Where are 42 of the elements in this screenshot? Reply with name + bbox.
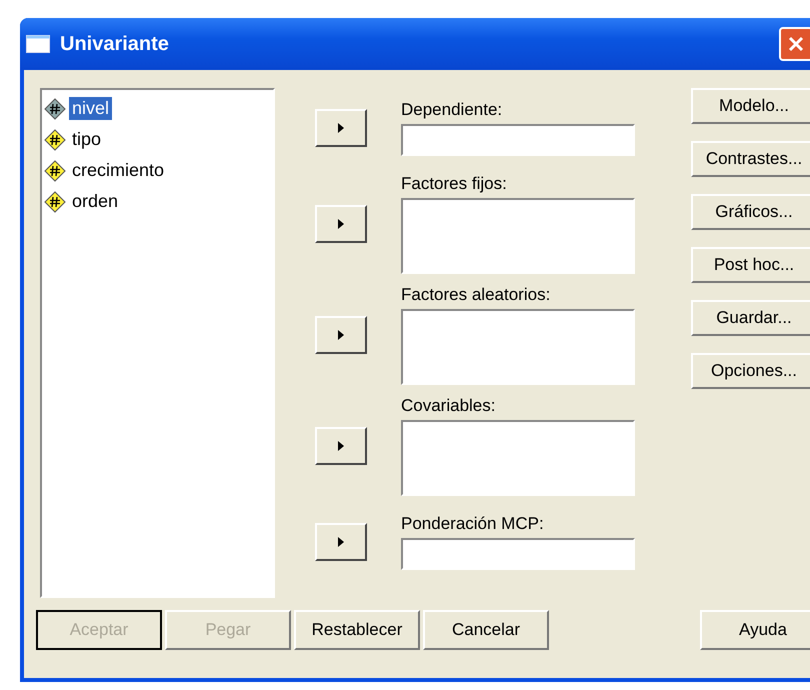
target-field[interactable] <box>401 198 635 274</box>
arrow-right-icon <box>337 218 345 230</box>
dialog-button[interactable]: Restablecer <box>294 610 420 650</box>
variable-item[interactable]: nivel <box>69 97 112 120</box>
field-label: Covariables: <box>401 396 496 416</box>
target-field[interactable] <box>401 538 635 570</box>
variable-item[interactable]: orden <box>69 190 122 213</box>
move-button[interactable] <box>315 523 367 562</box>
option-button[interactable]: Gráficos... <box>691 194 810 230</box>
field-label: Ponderación MCP: <box>401 514 545 534</box>
option-button[interactable]: Contrastes... <box>691 141 810 177</box>
option-button[interactable]: Post hoc... <box>691 247 810 283</box>
target-field[interactable] <box>401 308 635 385</box>
move-button[interactable] <box>315 204 367 243</box>
move-button[interactable] <box>315 108 367 147</box>
arrow-right-icon <box>337 440 345 452</box>
arrow-right-icon <box>337 328 345 341</box>
numeric-variable-icon <box>44 160 66 182</box>
field-label: Factores aleatorios: <box>401 284 552 305</box>
numeric-variable-icon <box>44 190 66 212</box>
target-field[interactable] <box>401 420 635 496</box>
variable-list[interactable]: nivel tipo crecimiento orden <box>40 88 275 598</box>
target-field[interactable] <box>401 124 635 156</box>
window-icon <box>26 35 50 53</box>
option-button[interactable]: Opciones... <box>691 353 810 389</box>
option-button[interactable]: Modelo... <box>691 88 810 124</box>
move-button[interactable] <box>315 427 367 466</box>
field-label: Dependiente: <box>401 100 504 120</box>
numeric-variable-icon <box>44 128 66 150</box>
arrow-right-icon <box>337 536 345 548</box>
dialog-button[interactable]: Cancelar <box>423 610 549 650</box>
field-label: Factores fijos: <box>401 174 508 194</box>
variable-item[interactable]: crecimiento <box>69 159 168 182</box>
variable-item[interactable]: tipo <box>69 128 104 151</box>
arrow-right-icon <box>337 122 345 134</box>
move-button[interactable] <box>315 316 367 354</box>
help-button[interactable]: Ayuda <box>700 610 810 650</box>
close-button[interactable] <box>779 27 810 61</box>
numeric-variable-icon <box>44 98 66 120</box>
window-title: Univariante <box>60 32 169 56</box>
option-button[interactable]: Guardar... <box>691 300 810 336</box>
close-icon <box>786 34 806 54</box>
